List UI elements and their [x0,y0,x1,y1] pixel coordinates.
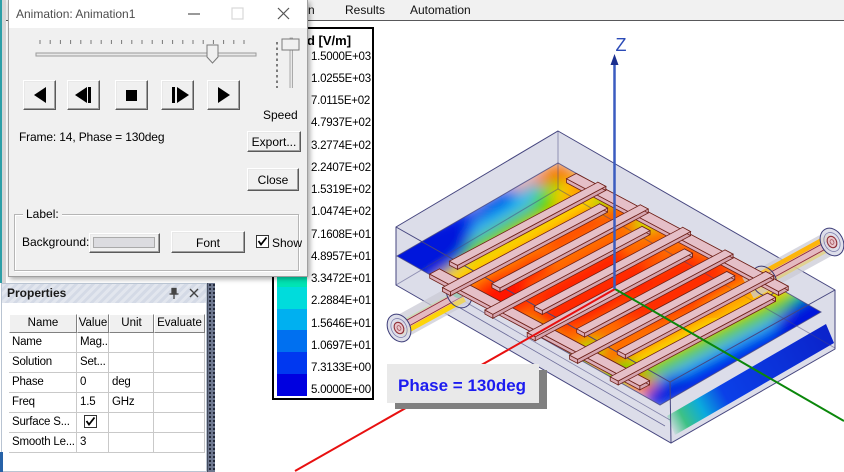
svg-text:Z: Z [616,35,627,55]
